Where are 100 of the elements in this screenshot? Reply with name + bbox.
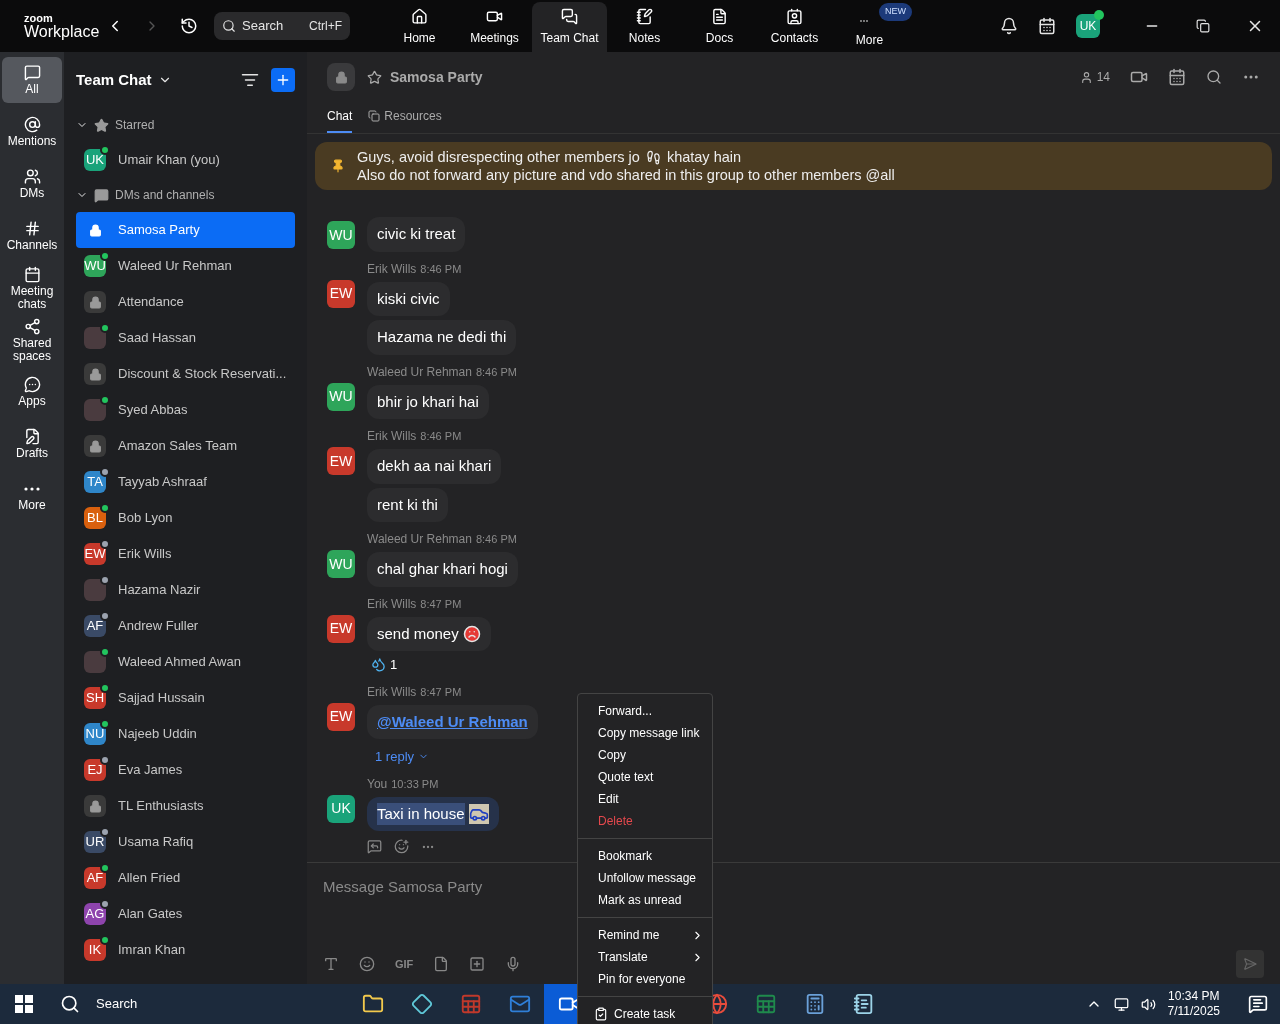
format-icon[interactable] — [323, 956, 339, 972]
message-bubble[interactable]: Hazama ne dedi thi — [367, 320, 517, 355]
sidebar-item[interactable]: SH Sajjad Hussain — [76, 680, 295, 716]
star-icon[interactable] — [367, 69, 382, 85]
sidebar-item[interactable]: BL Bob Lyon — [76, 500, 295, 536]
nav-tab[interactable]: Contacts — [757, 2, 832, 52]
sidebar-item[interactable]: TA Tayyab Ashraaf — [76, 464, 295, 500]
chat-title[interactable]: Samosa Party — [390, 66, 483, 88]
rail-item[interactable]: Mentions — [2, 109, 62, 155]
message-input[interactable]: Message Samosa Party — [323, 878, 483, 895]
sender-name[interactable]: Erik Wills — [367, 682, 417, 701]
sender-name[interactable]: Erik Wills — [367, 427, 417, 445]
volume-icon[interactable] — [1140, 996, 1156, 1012]
more-icon[interactable] — [24, 486, 40, 491]
sidebar-item[interactable]: TL Enthusiasts — [76, 788, 295, 824]
sidebar-item[interactable]: NU Najeeb Uddin — [76, 716, 295, 752]
message-bubble[interactable]: @Waleed Ur Rehman — [367, 704, 538, 739]
sidebar-item[interactable]: Hazama Nazir — [76, 572, 295, 608]
screenshot-icon[interactable] — [469, 956, 486, 972]
section-label[interactable]: Starred — [115, 116, 155, 134]
sidebar-item[interactable]: AF Allen Fried — [76, 860, 295, 896]
reply-icon[interactable] — [367, 839, 382, 854]
sidebar-item[interactable]: EJ Eva James — [76, 752, 295, 788]
new-chat-button[interactable] — [271, 68, 295, 92]
search-icon[interactable] — [1206, 69, 1222, 85]
menu-item[interactable]: Copy message link — [578, 722, 712, 744]
message-bubble[interactable]: chal ghar khari hogi — [367, 552, 518, 587]
sidebar-item[interactable]: Syed Abbas — [76, 392, 295, 428]
rail-item[interactable]: Apps — [2, 369, 62, 415]
rail-item[interactable]: DMs — [2, 161, 62, 207]
rail-item[interactable]: Drafts — [2, 421, 62, 467]
replies-link[interactable]: 1 reply — [367, 747, 438, 767]
menu-item[interactable]: Pin for everyone — [578, 968, 712, 990]
sidebar-item[interactable]: EW Erik Wills — [76, 536, 295, 572]
message-bubble[interactable]: bhir jo khari hai — [367, 384, 489, 419]
filter-icon[interactable] — [241, 71, 259, 89]
message-bubble[interactable]: rent ki thi — [367, 487, 448, 522]
menu-item[interactable]: Mark as unread — [578, 889, 712, 911]
avatar[interactable]: EW — [327, 614, 355, 643]
members-button[interactable]: 14 — [1079, 68, 1110, 86]
sidebar-item[interactable]: UR Usama Rafiq — [76, 824, 295, 860]
section-label[interactable]: DMs and channels — [115, 186, 215, 204]
sidebar-item[interactable]: AF Andrew Fuller — [76, 608, 295, 644]
message-bubble[interactable]: civic ki treat — [367, 217, 466, 252]
calendar-icon[interactable] — [1038, 17, 1056, 35]
menu-item[interactable]: Bookmark — [578, 845, 712, 867]
search-field[interactable]: Search Ctrl+F — [214, 12, 350, 40]
rail-item[interactable]: Shared spaces — [2, 317, 62, 363]
avatar[interactable]: EW — [327, 702, 355, 731]
menu-item[interactable]: Copy — [578, 744, 712, 766]
emoji-icon[interactable] — [359, 956, 375, 972]
menu-item[interactable]: Forward... — [578, 700, 712, 722]
sidebar-item[interactable]: IK Imran Khan — [76, 932, 295, 968]
taskbar-search[interactable]: Search — [48, 984, 348, 1024]
sender-name[interactable]: Waleed Ur Rehman — [367, 362, 472, 381]
sidebar-item[interactable]: Samosa Party — [76, 212, 295, 248]
rail-item[interactable]: More — [2, 473, 62, 519]
calendar-icon[interactable] — [1168, 68, 1186, 86]
restore-icon[interactable] — [1196, 19, 1210, 33]
nav-tab[interactable]: Team Chat — [532, 2, 607, 52]
sidebar-title[interactable]: Team Chat — [76, 68, 152, 92]
menu-item[interactable]: Delete — [578, 810, 712, 832]
add-reaction-icon[interactable] — [394, 839, 409, 854]
clock[interactable]: 10:34 PM 7/11/2025 — [1167, 989, 1220, 1019]
nav-tab[interactable]: Notes — [607, 2, 682, 52]
sidebar-item[interactable]: UK Umair Khan (you) — [76, 142, 295, 178]
chat-tab[interactable]: Chat — [327, 107, 353, 133]
nav-tab[interactable]: Meetings — [457, 2, 532, 52]
menu-item[interactable]: Remind me — [578, 924, 712, 946]
chat-tab[interactable]: Resources — [368, 107, 442, 133]
message-bubble[interactable]: dekh aa nai khari — [367, 449, 502, 484]
avatar[interactable]: EW — [327, 279, 355, 308]
sidebar-item[interactable]: Amazon Sales Team — [76, 428, 295, 464]
message-text[interactable]: @Waleed Ur Rehman — [377, 710, 528, 733]
rail-item[interactable]: Meeting chats — [2, 265, 62, 311]
sidebar-item[interactable]: AG Alan Gates — [76, 896, 295, 932]
message-bubble[interactable]: kiski civic — [367, 281, 450, 316]
notifications-icon[interactable] — [1248, 994, 1268, 1014]
sender-name[interactable]: Erik Wills — [367, 594, 417, 613]
sender-name[interactable]: You — [367, 774, 388, 793]
nav-tab[interactable]: Home — [382, 2, 457, 52]
sidebar-item[interactable]: Saad Hassan — [76, 320, 295, 356]
rail-item[interactable]: All — [2, 57, 62, 103]
nav-tab[interactable]: Docs — [682, 2, 757, 52]
sidebar-item[interactable]: WU Waleed Ur Rehman — [76, 248, 295, 284]
message-bubble[interactable]: Taxi in house — [367, 796, 499, 831]
bell-icon[interactable] — [1000, 17, 1018, 35]
history-icon[interactable] — [180, 17, 198, 35]
sidebar-item[interactable]: Attendance — [76, 284, 295, 320]
reaction[interactable]: 1 — [367, 655, 402, 675]
nav-tab[interactable]: More — [832, 20, 907, 52]
gif-button[interactable]: GIF — [395, 955, 414, 973]
file-icon[interactable] — [433, 956, 450, 972]
rail-item[interactable]: Channels — [2, 213, 62, 259]
pinned-banner[interactable]: Guys, avoid disrespecting other members jo khatay hain Also do not forward any picture and vdo shared in this group to other members @all — [315, 142, 1272, 190]
network-icon[interactable] — [1113, 996, 1129, 1012]
menu-item[interactable]: Quote text — [578, 766, 712, 788]
sidebar-item[interactable]: Waleed Ahmed Awan — [76, 644, 295, 680]
avatar[interactable]: EW — [327, 447, 355, 475]
menu-item[interactable]: Edit — [578, 788, 712, 810]
